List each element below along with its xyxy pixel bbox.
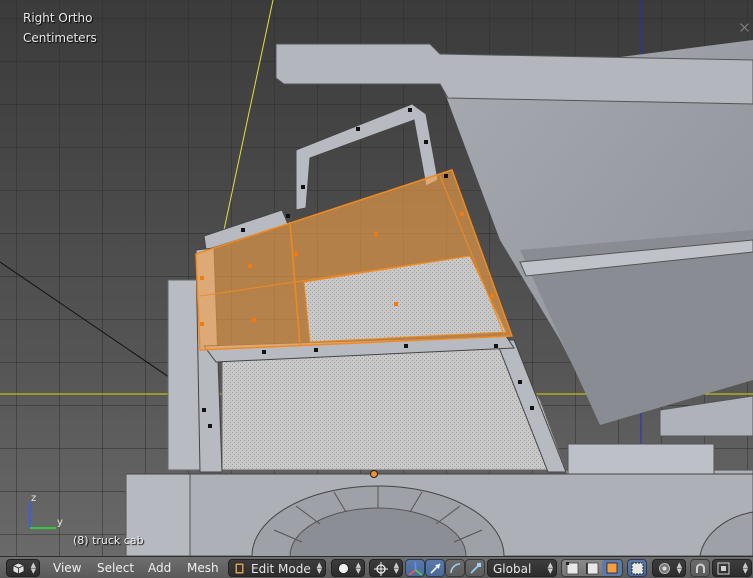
face-select-icon <box>606 562 618 574</box>
viewport-view-name: Right Ortho <box>23 11 93 25</box>
view-menu[interactable]: View <box>53 559 81 577</box>
viewport-object-info: (8) truck cab <box>73 534 144 547</box>
snap-increment-icon <box>717 562 730 575</box>
pivot-point-icon <box>374 562 388 576</box>
scale-manipulator-button[interactable] <box>465 559 485 577</box>
axis-y-label: y <box>57 517 63 528</box>
sphere-shading-icon <box>338 563 349 574</box>
proportional-edit-selector[interactable]: ▲ ▼ <box>652 559 686 577</box>
snap-element-selector[interactable]: ▲ ▼ <box>712 559 752 577</box>
3d-cursor-icon[interactable] <box>370 470 378 478</box>
pivot-point-selector[interactable]: ▲ ▼ <box>369 559 403 577</box>
viewport-header: ▲ ▼ View Select Add Mesh Edit Mode ▲ ▼ ▲ ▼ <box>0 556 753 578</box>
axis-z-label: z <box>31 493 36 504</box>
manipulator-toggle[interactable] <box>405 559 425 577</box>
limit-selection-icon <box>631 562 644 575</box>
cab-back-panel <box>167 279 201 471</box>
viewport-units: Centimeters <box>23 31 97 45</box>
select-mode-group <box>561 559 623 577</box>
mode-label: Edit Mode <box>251 562 311 576</box>
add-menu[interactable]: Add <box>148 559 171 577</box>
face-select-button[interactable] <box>602 560 622 576</box>
cube-icon <box>12 562 25 575</box>
3d-viewport[interactable]: z y Right Ortho Centimeters (8) truck ca… <box>0 0 753 556</box>
orientation-label: Global <box>493 562 532 576</box>
area-split-corner-icon[interactable] <box>739 22 750 33</box>
rotate-icon <box>450 563 461 574</box>
select-menu[interactable]: Select <box>97 559 134 577</box>
translate-manipulator-button[interactable] <box>425 559 445 577</box>
limit-selection-toggle[interactable] <box>627 559 647 577</box>
magnet-icon <box>696 563 705 573</box>
vertex-select-icon[interactable] <box>565 561 580 576</box>
edit-mode-icon <box>234 562 245 575</box>
front-fender <box>567 443 715 475</box>
proportional-edit-icon <box>659 563 670 574</box>
snap-toggle[interactable] <box>690 559 710 577</box>
viewport-shading-selector[interactable]: ▲ ▼ <box>331 559 365 577</box>
mesh-menu[interactable]: Mesh <box>187 559 219 577</box>
translate-icon <box>430 563 441 574</box>
editor-type-selector[interactable]: ▲ ▼ <box>6 559 40 577</box>
rotate-manipulator-button[interactable] <box>445 559 465 577</box>
transform-axes-icon <box>408 562 423 576</box>
blender-window: z y Right Ortho Centimeters (8) truck ca… <box>0 0 753 578</box>
scale-icon <box>470 563 481 574</box>
mode-selector[interactable]: Edit Mode ▲ ▼ <box>228 559 326 577</box>
edge-select-icon[interactable] <box>585 561 600 576</box>
transform-orientation-selector[interactable]: Global ▲ ▼ <box>487 559 557 577</box>
